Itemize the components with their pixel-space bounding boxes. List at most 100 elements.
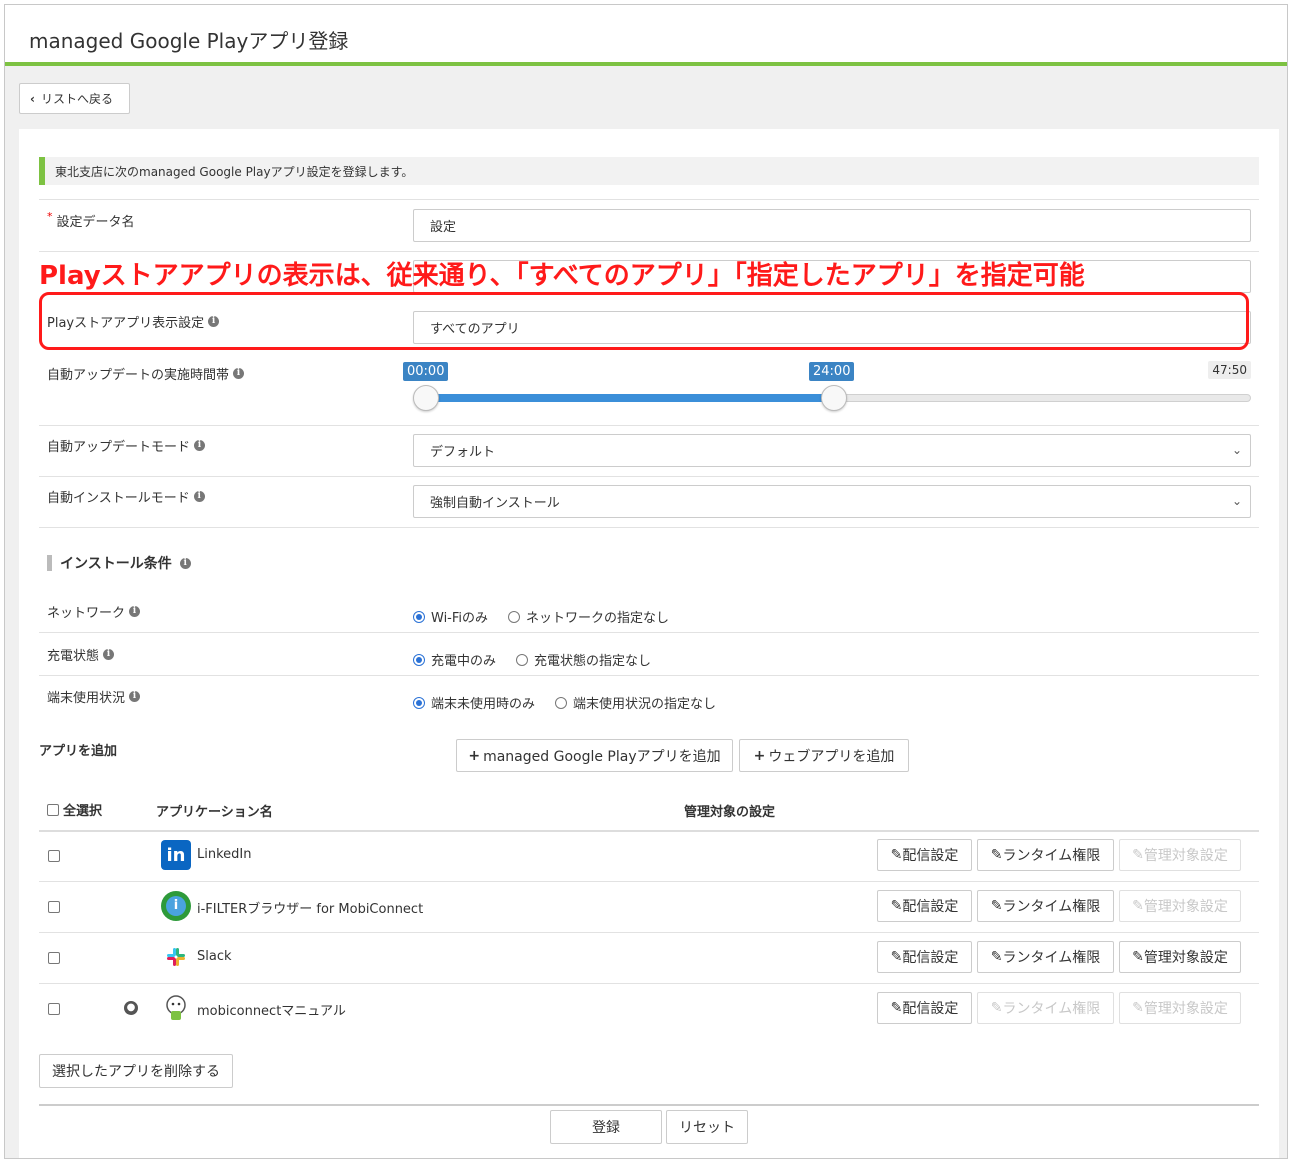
col-app-name: アプリケーション名 <box>156 805 273 820</box>
row-checkbox[interactable] <box>48 952 60 964</box>
update-time-label: 自動アップデートの実施時間帯 i <box>47 364 245 383</box>
divider <box>39 476 1259 477</box>
radio-usage-any[interactable] <box>555 696 568 709</box>
edit-icon: ✎ <box>1132 847 1144 863</box>
network-radio-group: Wi-Fiのみ ネットワークの指定なし <box>413 607 669 626</box>
notice-banner: 東北支店に次のmanaged Google Playアプリ設定を登録します。 <box>39 157 1259 185</box>
name-label: * 設定データ名 <box>47 210 135 230</box>
edit-icon: ✎ <box>1132 949 1144 965</box>
add-managed-play-app-button[interactable]: + managed Google Playアプリを追加 <box>456 739 733 772</box>
install-conditions-heading: インストール条件 i <box>47 553 191 573</box>
back-to-list-label: リストへ戻る <box>40 92 113 106</box>
info-icon: i <box>233 368 245 379</box>
slack-app-icon <box>161 942 191 972</box>
delivery-settings-button[interactable]: ✎ 配信設定 <box>877 839 972 871</box>
edit-icon: ✎ <box>990 1000 1003 1016</box>
usage-label: 端末使用状況 i <box>47 687 141 706</box>
annotation-callout: Playストアアプリの表示は、従来通り、「すべてのアプリ」「指定したアプリ」を指… <box>39 261 1085 291</box>
runtime-permissions-button[interactable]: ✎ ランタイム権限 <box>977 992 1114 1024</box>
mobiconnect-app-icon <box>161 993 191 1023</box>
managed-settings-button[interactable]: ✎ 管理対象設定 <box>1119 839 1241 871</box>
submit-button[interactable]: 登録 <box>550 1110 662 1144</box>
app-name: i-FILTERブラウザー for MobiConnect <box>197 902 424 917</box>
radio-wifi-only[interactable] <box>413 610 425 623</box>
title-bar: managed Google Playアプリ登録 <box>5 5 1287 66</box>
slider-range <box>423 394 835 402</box>
info-icon: i <box>129 691 141 702</box>
divider <box>39 983 1259 984</box>
edit-icon: ✎ <box>890 1000 903 1016</box>
update-mode-label: 自動アップデートモード i <box>47 436 206 455</box>
radio-idle-only[interactable] <box>413 696 425 709</box>
delivery-settings-button[interactable]: ✎ 配信設定 <box>877 890 972 922</box>
radio-network-any[interactable] <box>508 610 521 623</box>
page-title: managed Google Playアプリ登録 <box>29 29 349 53</box>
row-checkbox[interactable] <box>48 1003 60 1015</box>
managed-settings-button[interactable]: ✎ 管理対象設定 <box>1119 992 1241 1024</box>
select-all-checkbox[interactable] <box>47 803 59 816</box>
divider <box>39 675 1259 676</box>
slider-max-label: 47:50 <box>1208 361 1251 379</box>
app-window: managed Google Playアプリ登録 ‹ リストへ戻る 東北支店に次… <box>4 4 1288 1159</box>
select-all[interactable]: 全選択 <box>47 800 102 819</box>
charge-radio-group: 充電中のみ 充電状態の指定なし <box>413 650 651 669</box>
app-name: Slack <box>197 949 232 964</box>
install-mode-select[interactable]: 強制自動インストール ⌄ <box>413 485 1251 518</box>
edit-icon: ✎ <box>990 949 1003 965</box>
divider <box>39 632 1259 633</box>
name-input[interactable]: 設定 <box>413 209 1251 242</box>
network-label: ネットワーク i <box>47 602 141 621</box>
edit-icon: ✎ <box>890 847 903 863</box>
divider <box>39 932 1259 933</box>
row-checkbox[interactable] <box>48 901 60 913</box>
chevron-down-icon: ⌄ <box>1231 443 1242 457</box>
runtime-permissions-button[interactable]: ✎ ランタイム権限 <box>977 941 1114 973</box>
reset-button[interactable]: リセット <box>666 1110 748 1144</box>
edit-icon: ✎ <box>890 949 903 965</box>
edit-icon: ✎ <box>990 898 1003 914</box>
col-managed-settings: 管理対象の設定 <box>684 805 776 820</box>
usage-radio-group: 端末未使用時のみ 端末使用状況の指定なし <box>413 693 716 712</box>
slider-end-tag: 24:00 <box>809 362 855 381</box>
add-web-app-button[interactable]: + ウェブアプリを追加 <box>739 739 909 772</box>
plus-icon: + <box>753 747 766 764</box>
edit-icon: ✎ <box>890 898 903 914</box>
divider <box>39 881 1259 882</box>
slider-start-tag: 00:00 <box>403 362 449 381</box>
info-icon: i <box>193 491 205 502</box>
add-apps-label: アプリを追加 <box>39 744 118 759</box>
slider-end-handle[interactable] <box>821 385 847 411</box>
highlight-box <box>39 292 1249 350</box>
divider <box>39 199 1259 200</box>
divider <box>39 527 1259 528</box>
divider <box>39 425 1259 426</box>
edit-icon: ✎ <box>1132 1000 1144 1016</box>
ifilter-app-icon: i <box>161 891 191 921</box>
info-icon: i <box>179 557 191 569</box>
delivery-settings-button[interactable]: ✎ 配信設定 <box>877 992 972 1024</box>
delete-selected-apps-button[interactable]: 選択したアプリを削除する <box>39 1054 233 1088</box>
app-name: LinkedIn <box>197 847 252 862</box>
required-mark: * <box>47 210 53 223</box>
globe-icon: ● <box>124 1001 138 1015</box>
chevron-left-icon: ‹ <box>30 91 35 106</box>
radio-charging-only[interactable] <box>413 653 425 666</box>
runtime-permissions-button[interactable]: ✎ ランタイム権限 <box>977 890 1114 922</box>
table-header-divider <box>39 830 1259 832</box>
edit-icon: ✎ <box>1132 898 1144 914</box>
charge-label: 充電状態 i <box>47 645 115 664</box>
runtime-permissions-button[interactable]: ✎ ランタイム権限 <box>977 839 1114 871</box>
chevron-down-icon: ⌄ <box>1231 494 1242 508</box>
update-mode-select[interactable]: デフォルト ⌄ <box>413 434 1251 467</box>
back-to-list-button[interactable]: ‹ リストへ戻る <box>19 83 130 114</box>
info-icon: i <box>103 649 115 660</box>
edit-icon: ✎ <box>990 847 1003 863</box>
managed-settings-button[interactable]: ✎ 管理対象設定 <box>1119 890 1241 922</box>
managed-settings-button[interactable]: ✎ 管理対象設定 <box>1119 941 1241 973</box>
info-icon: i <box>194 440 206 451</box>
main-panel: 東北支店に次のmanaged Google Playアプリ設定を登録します。 *… <box>19 129 1279 1158</box>
slider-start-handle[interactable] <box>413 385 439 411</box>
delivery-settings-button[interactable]: ✎ 配信設定 <box>877 941 972 973</box>
row-checkbox[interactable] <box>48 850 60 862</box>
radio-charge-any[interactable] <box>516 653 529 666</box>
